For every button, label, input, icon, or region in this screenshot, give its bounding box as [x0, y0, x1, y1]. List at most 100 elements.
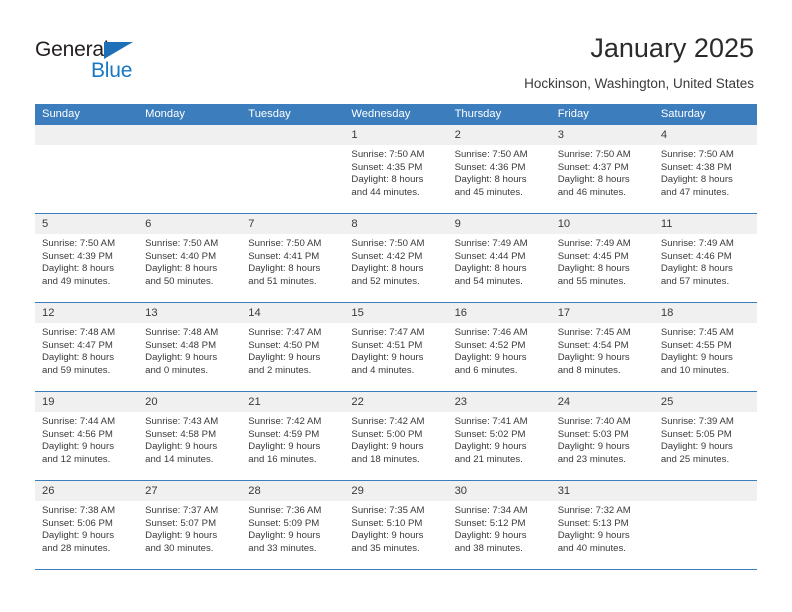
day-number: 23 [454, 396, 468, 408]
sunrise-text: Sunrise: 7:42 AM [351, 416, 425, 427]
day-details: Sunrise: 7:38 AM Sunset: 5:06 PM Dayligh… [35, 501, 138, 555]
daylight-text-line2: and 16 minutes. [248, 453, 317, 465]
calendar-day-cell[interactable]: 15 Sunrise: 7:47 AM Sunset: 4:51 PM Dayl… [344, 303, 448, 391]
daylight-text-line1: Daylight: 8 hours [42, 263, 114, 275]
calendar-day-cell[interactable]: 18 Sunrise: 7:45 AM Sunset: 4:55 PM Dayl… [653, 303, 757, 391]
calendar-day-cell[interactable]: 29 Sunrise: 7:35 AM Sunset: 5:10 PM Dayl… [344, 481, 448, 569]
sunrise-text: Sunrise: 7:43 AM [145, 416, 219, 427]
calendar-day-cell[interactable]: 23 Sunrise: 7:41 AM Sunset: 5:02 PM Dayl… [447, 392, 551, 480]
day-number: 31 [557, 485, 571, 497]
daylight-text-line2: and 0 minutes. [145, 364, 209, 376]
calendar-day-cell[interactable]: 9 Sunrise: 7:49 AM Sunset: 4:44 PM Dayli… [447, 214, 551, 302]
calendar-day-cell[interactable]: 25 Sunrise: 7:39 AM Sunset: 5:05 PM Dayl… [653, 392, 757, 480]
day-number-band: 7 [241, 214, 345, 234]
calendar-day-cell[interactable]: 19 Sunrise: 7:44 AM Sunset: 4:56 PM Dayl… [35, 392, 139, 480]
calendar-day-cell[interactable]: 10 Sunrise: 7:49 AM Sunset: 4:45 PM Dayl… [550, 214, 654, 302]
sunrise-text: Sunrise: 7:42 AM [248, 416, 322, 427]
daylight-text-line2: and 47 minutes. [660, 186, 730, 198]
daylight-text-line2: and 33 minutes. [248, 542, 317, 554]
sunset-text: Sunset: 4:35 PM [351, 161, 423, 173]
daylight-text-line1: Daylight: 8 hours [660, 174, 733, 186]
calendar-day-cell[interactable]: 27 Sunrise: 7:37 AM Sunset: 5:07 PM Dayl… [138, 481, 242, 569]
daylight-text-line2: and 6 minutes. [454, 364, 518, 376]
day-number: 1 [351, 129, 358, 141]
calendar-day-cell[interactable]: 17 Sunrise: 7:45 AM Sunset: 4:54 PM Dayl… [550, 303, 654, 391]
sunset-text: Sunset: 4:37 PM [557, 161, 629, 173]
calendar-day-cell[interactable]: 22 Sunrise: 7:42 AM Sunset: 5:00 PM Dayl… [344, 392, 448, 480]
day-number: 14 [248, 307, 261, 319]
general-blue-logo[interactable]: General Blue [35, 38, 205, 84]
day-number-band [35, 125, 139, 145]
weekday-header-thursday: Thursday [454, 108, 502, 120]
daylight-text-line1: Daylight: 9 hours [145, 530, 218, 542]
day-number-band: 2 [447, 125, 551, 145]
calendar-day-cell[interactable]: 5 Sunrise: 7:50 AM Sunset: 4:39 PM Dayli… [35, 214, 139, 302]
day-details: Sunrise: 7:47 AM Sunset: 4:50 PM Dayligh… [241, 323, 344, 377]
calendar-day-cell[interactable]: 14 Sunrise: 7:47 AM Sunset: 4:50 PM Dayl… [241, 303, 345, 391]
daylight-text-line2: and 51 minutes. [248, 275, 317, 287]
calendar-day-cell[interactable]: 11 Sunrise: 7:49 AM Sunset: 4:46 PM Dayl… [653, 214, 757, 302]
day-number: 2 [454, 129, 461, 141]
daylight-text-line1: Daylight: 8 hours [557, 174, 630, 186]
calendar-day-cell[interactable] [138, 125, 242, 213]
daylight-text-line1: Daylight: 8 hours [42, 352, 114, 364]
sunrise-text: Sunrise: 7:35 AM [351, 505, 425, 516]
calendar-day-cell[interactable] [35, 125, 139, 213]
calendar-day-cell[interactable]: 30 Sunrise: 7:34 AM Sunset: 5:12 PM Dayl… [447, 481, 551, 569]
sunset-text: Sunset: 5:12 PM [454, 517, 526, 529]
calendar-day-cell[interactable]: 24 Sunrise: 7:40 AM Sunset: 5:03 PM Dayl… [550, 392, 654, 480]
calendar-week-row: 26 Sunrise: 7:38 AM Sunset: 5:06 PM Dayl… [35, 481, 757, 570]
calendar-day-cell[interactable]: 12 Sunrise: 7:48 AM Sunset: 4:47 PM Dayl… [35, 303, 139, 391]
day-number: 20 [145, 396, 158, 408]
calendar-day-cell[interactable]: 13 Sunrise: 7:48 AM Sunset: 4:48 PM Dayl… [138, 303, 242, 391]
calendar-day-cell[interactable] [653, 481, 757, 569]
calendar-day-cell[interactable]: 6 Sunrise: 7:50 AM Sunset: 4:40 PM Dayli… [138, 214, 242, 302]
daylight-text-line2: and 2 minutes. [248, 364, 312, 376]
daylight-text-line1: Daylight: 9 hours [557, 352, 630, 364]
calendar-day-cell[interactable]: 26 Sunrise: 7:38 AM Sunset: 5:06 PM Dayl… [35, 481, 139, 569]
calendar-day-cell[interactable]: 4 Sunrise: 7:50 AM Sunset: 4:38 PM Dayli… [653, 125, 757, 213]
daylight-text-line2: and 25 minutes. [660, 453, 730, 465]
sunset-text: Sunset: 4:40 PM [145, 250, 217, 262]
calendar-day-cell[interactable]: 16 Sunrise: 7:46 AM Sunset: 4:52 PM Dayl… [447, 303, 551, 391]
calendar-day-cell[interactable]: 7 Sunrise: 7:50 AM Sunset: 4:41 PM Dayli… [241, 214, 345, 302]
weekday-header-sunday: Sunday [42, 108, 80, 120]
day-details: Sunrise: 7:35 AM Sunset: 5:10 PM Dayligh… [344, 501, 447, 555]
calendar-day-cell[interactable]: 8 Sunrise: 7:50 AM Sunset: 4:42 PM Dayli… [344, 214, 448, 302]
sunrise-text: Sunrise: 7:45 AM [660, 327, 734, 338]
sunset-text: Sunset: 4:59 PM [248, 428, 320, 440]
day-number-band: 16 [447, 303, 551, 323]
calendar-day-cell[interactable]: 20 Sunrise: 7:43 AM Sunset: 4:58 PM Dayl… [138, 392, 242, 480]
daylight-text-line2: and 28 minutes. [42, 542, 111, 554]
day-number: 30 [454, 485, 468, 497]
day-details: Sunrise: 7:34 AM Sunset: 5:12 PM Dayligh… [448, 501, 551, 555]
weekday-header-row: Sunday Monday Tuesday Wednesday Thursday… [35, 104, 757, 125]
calendar-day-cell[interactable] [241, 125, 345, 213]
page-title: January 2025 [590, 33, 754, 63]
sunrise-text: Sunrise: 7:41 AM [454, 416, 528, 427]
calendar-day-cell[interactable]: 28 Sunrise: 7:36 AM Sunset: 5:09 PM Dayl… [241, 481, 345, 569]
sunrise-text: Sunrise: 7:50 AM [351, 149, 425, 160]
calendar-day-cell[interactable]: 21 Sunrise: 7:42 AM Sunset: 4:59 PM Dayl… [241, 392, 345, 480]
day-number: 27 [145, 485, 158, 497]
calendar-day-cell[interactable]: 31 Sunrise: 7:32 AM Sunset: 5:13 PM Dayl… [550, 481, 654, 569]
day-number-band: 9 [447, 214, 551, 234]
sunset-text: Sunset: 4:39 PM [42, 250, 113, 262]
day-number-band: 6 [138, 214, 242, 234]
day-number-band: 27 [138, 481, 242, 501]
day-number-band: 18 [653, 303, 757, 323]
daylight-text-line1: Daylight: 9 hours [660, 441, 733, 453]
calendar-day-cell[interactable]: 3 Sunrise: 7:50 AM Sunset: 4:37 PM Dayli… [550, 125, 654, 213]
calendar-day-cell[interactable]: 2 Sunrise: 7:50 AM Sunset: 4:36 PM Dayli… [447, 125, 551, 213]
daylight-text-line2: and 45 minutes. [454, 186, 523, 198]
day-details: Sunrise: 7:49 AM Sunset: 4:46 PM Dayligh… [654, 234, 757, 288]
daylight-text-line1: Daylight: 9 hours [557, 441, 630, 453]
calendar-day-cell[interactable]: 1 Sunrise: 7:50 AM Sunset: 4:35 PM Dayli… [344, 125, 448, 213]
daylight-text-line1: Daylight: 8 hours [145, 263, 218, 275]
daylight-text-line2: and 30 minutes. [145, 542, 214, 554]
daylight-text-line1: Daylight: 9 hours [248, 352, 321, 364]
day-number-band: 3 [550, 125, 654, 145]
daylight-text-line1: Daylight: 9 hours [248, 530, 321, 542]
sunrise-text: Sunrise: 7:48 AM [42, 327, 116, 338]
daylight-text-line1: Daylight: 9 hours [145, 352, 218, 364]
